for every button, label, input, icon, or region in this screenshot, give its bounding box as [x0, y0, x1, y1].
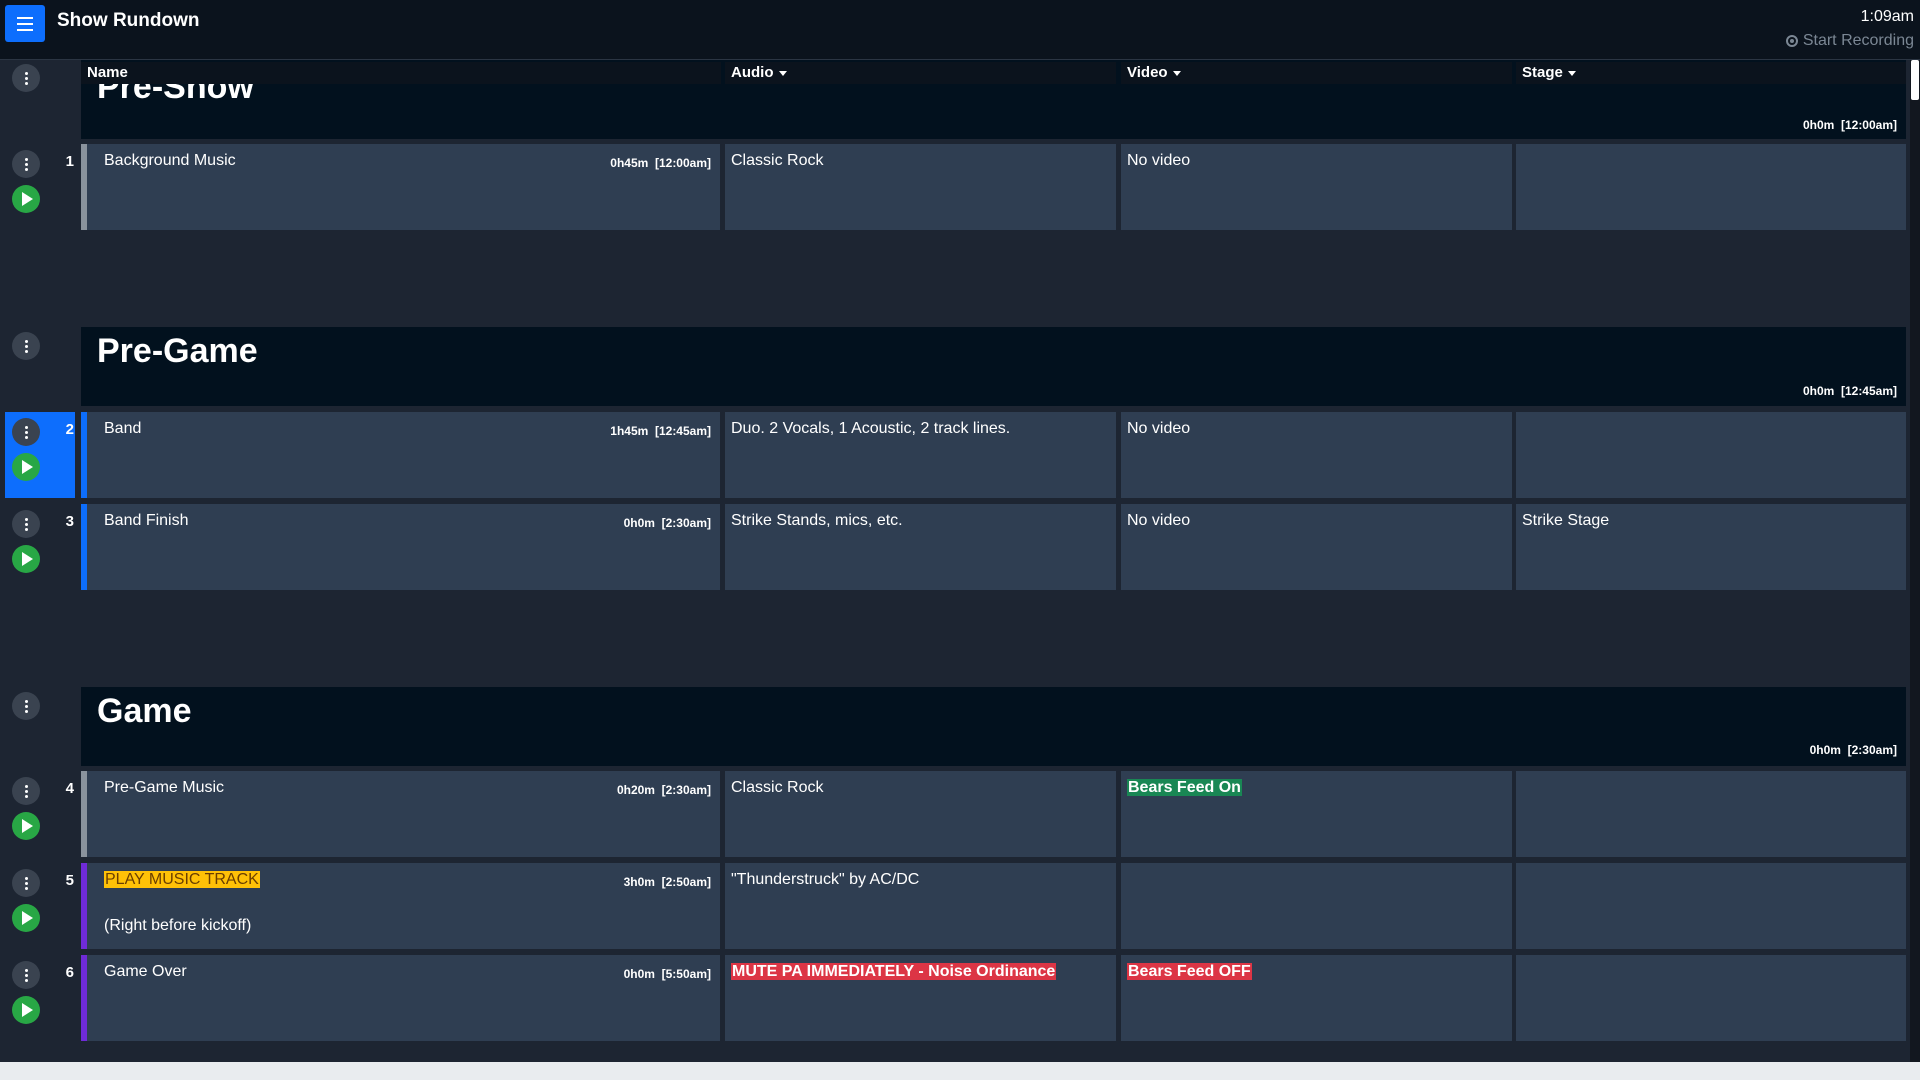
row-number: 4: [65, 780, 74, 797]
audio-cell[interactable]: Classic Rock: [725, 144, 1116, 230]
row-options-button[interactable]: [12, 418, 40, 446]
section-options-button[interactable]: [12, 332, 40, 360]
row-color-stripe: [81, 412, 87, 498]
row-number: 2: [65, 421, 74, 438]
scrollbar-thumb[interactable]: [1911, 60, 1919, 100]
row-name-cell[interactable]: Band Finish 0h0m [2:30am]: [81, 504, 720, 590]
stage-cell[interactable]: [1516, 412, 1906, 498]
start-recording-label: Start Recording: [1802, 32, 1914, 49]
audio-cell[interactable]: "Thunderstruck" by AC/DC: [725, 863, 1116, 949]
section-title: Game: [97, 692, 192, 730]
video-cell[interactable]: No video: [1121, 144, 1512, 230]
row-color-stripe: [81, 955, 87, 1041]
section-title: Pre-Game: [97, 332, 258, 370]
row-options-button[interactable]: [12, 869, 40, 897]
start-recording-button[interactable]: Start Recording: [1785, 32, 1914, 50]
row-number: 5: [65, 872, 74, 889]
play-button[interactable]: [12, 812, 40, 840]
video-cell[interactable]: [1121, 863, 1512, 949]
row-name: PLAY MUSIC TRACK: [104, 871, 260, 888]
record-icon: [1785, 35, 1798, 47]
video-cell[interactable]: Bears Feed On: [1121, 771, 1512, 857]
row-duration: 3h0m [2:50am]: [623, 875, 711, 889]
stage-cell[interactable]: [1516, 144, 1906, 230]
row-subtitle: (Right before kickoff): [104, 917, 252, 934]
row-name: Band Finish: [104, 512, 189, 529]
row-duration: 1h45m [12:45am]: [610, 424, 711, 438]
top-navbar: Show Rundown 1:09am Start Recording: [0, 0, 1920, 60]
section-duration: 0h0m [12:45am]: [1802, 384, 1897, 398]
row-options-button[interactable]: [12, 961, 40, 989]
stage-cell[interactable]: Strike Stage: [1516, 504, 1906, 590]
caret-down-icon: [778, 70, 787, 76]
section-header-pre-game: Pre-Game 0h0m [12:45am]: [81, 327, 1906, 406]
row-color-stripe: [81, 771, 87, 857]
audio-cell[interactable]: Strike Stands, mics, etc.: [725, 504, 1116, 590]
row-name: Background Music: [104, 152, 236, 169]
row-color-stripe: [81, 144, 87, 230]
video-cell[interactable]: Bears Feed OFF: [1121, 955, 1512, 1041]
row-number: 3: [65, 513, 74, 530]
row-color-stripe: [81, 504, 87, 590]
column-header-name: Name: [81, 62, 721, 84]
video-cue-highlight: Bears Feed OFF: [1127, 963, 1252, 980]
video-cue-highlight: Bears Feed On: [1127, 779, 1242, 796]
menu-button[interactable]: [5, 5, 45, 42]
row-name-cell[interactable]: Band 1h45m [12:45am]: [81, 412, 720, 498]
row-options-button[interactable]: [12, 510, 40, 538]
column-header-stage[interactable]: Stage: [1516, 62, 1906, 84]
row-name-cell[interactable]: Background Music 0h45m [12:00am]: [81, 144, 720, 230]
audio-cell[interactable]: Duo. 2 Vocals, 1 Acoustic, 2 track lines…: [725, 412, 1116, 498]
stage-cell[interactable]: [1516, 863, 1906, 949]
audio-cell[interactable]: Classic Rock: [725, 771, 1116, 857]
row-name: Pre-Game Music: [104, 779, 225, 796]
column-header-audio[interactable]: Audio: [725, 62, 1116, 84]
section-options-button[interactable]: [12, 692, 40, 720]
horizontal-scrollbar[interactable]: [0, 1062, 1920, 1080]
row-duration: 0h0m [2:30am]: [623, 516, 711, 530]
column-header-video[interactable]: Video: [1121, 62, 1512, 84]
stage-cell[interactable]: [1516, 955, 1906, 1041]
vertical-scrollbar[interactable]: [1910, 60, 1920, 1062]
row-duration: 0h20m [2:30am]: [616, 783, 711, 797]
caret-down-icon: [1567, 70, 1576, 76]
stage-cell[interactable]: [1516, 771, 1906, 857]
caret-down-icon: [1172, 70, 1181, 76]
row-number: 6: [65, 964, 74, 981]
video-cell[interactable]: No video: [1121, 412, 1512, 498]
row-color-stripe: [81, 863, 87, 949]
section-header-game: Game 0h0m [2:30am]: [81, 687, 1906, 766]
app-title: Show Rundown: [57, 10, 200, 31]
play-button[interactable]: [12, 545, 40, 573]
row-duration: 0h0m [5:50am]: [623, 967, 711, 981]
row-name: Game Over: [104, 963, 187, 980]
row-name-cell[interactable]: PLAY MUSIC TRACK (Right before kickoff) …: [81, 863, 720, 949]
row-options-button[interactable]: [12, 777, 40, 805]
row-name: Band: [104, 420, 142, 437]
section-duration: 0h0m [12:00am]: [1802, 118, 1897, 132]
row-name-cell[interactable]: Pre-Game Music 0h20m [2:30am]: [81, 771, 720, 857]
section-options-button[interactable]: [12, 64, 40, 92]
play-button[interactable]: [12, 185, 40, 213]
hamburger-icon: [17, 15, 33, 33]
row-name-cell[interactable]: Game Over 0h0m [5:50am]: [81, 955, 720, 1041]
play-button[interactable]: [12, 453, 40, 481]
play-button[interactable]: [12, 996, 40, 1024]
row-duration: 0h45m [12:00am]: [610, 156, 711, 170]
clock: 1:09am: [1860, 8, 1914, 25]
audio-cell[interactable]: MUTE PA IMMEDIATELY - Noise Ordinance: [725, 955, 1116, 1041]
play-button[interactable]: [12, 904, 40, 932]
section-duration: 0h0m [2:30am]: [1809, 743, 1897, 757]
video-cell[interactable]: No video: [1121, 504, 1512, 590]
audio-cue-highlight: MUTE PA IMMEDIATELY - Noise Ordinance: [731, 963, 1057, 980]
row-options-button[interactable]: [12, 150, 40, 178]
row-number: 1: [65, 153, 74, 170]
